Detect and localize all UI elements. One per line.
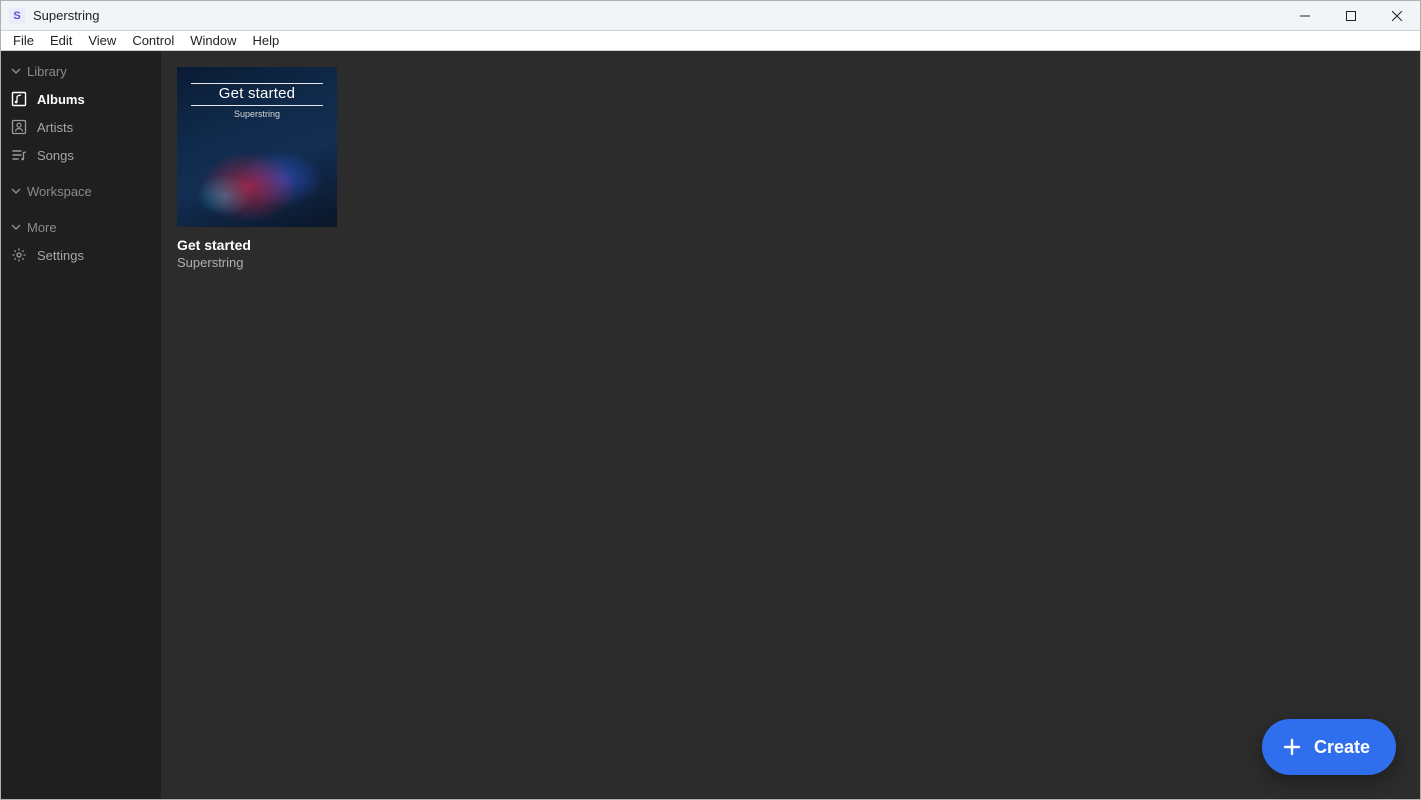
album-card[interactable]: Get started Superstring Get started Supe… [177,67,337,270]
maximize-button[interactable] [1328,1,1374,31]
sidebar-header-label: Library [27,64,67,79]
plus-icon [1282,737,1302,757]
sidebar-section-workspace: Workspace [1,177,161,205]
sidebar-header-workspace[interactable]: Workspace [1,177,161,205]
sidebar-header-library[interactable]: Library [1,57,161,85]
sidebar-item-label: Songs [37,148,74,163]
album-artist: Superstring [177,255,337,270]
sidebar-header-label: Workspace [27,184,92,199]
close-icon [1392,11,1402,21]
album-title: Get started [177,237,337,253]
menubar: File Edit View Control Window Help [1,31,1420,51]
menu-window[interactable]: Window [182,32,244,49]
menu-control[interactable]: Control [124,32,182,49]
sidebar-section-more: More Settings [1,213,161,269]
main-area: Library Albums Artists Songs [1,51,1420,799]
sidebar-spacer [1,205,161,213]
menu-view[interactable]: View [80,32,124,49]
menu-file[interactable]: File [5,32,42,49]
maximize-icon [1346,11,1356,21]
sidebar-header-label: More [27,220,57,235]
sidebar-item-label: Settings [37,248,84,263]
chevron-down-icon [11,186,21,196]
create-button[interactable]: Create [1262,719,1396,775]
close-button[interactable] [1374,1,1420,31]
window-title: Superstring [33,8,99,23]
minimize-button[interactable] [1282,1,1328,31]
thumb-divider [191,83,323,84]
content-area: Get started Superstring Get started Supe… [161,51,1420,799]
sidebar-item-artists[interactable]: Artists [1,113,161,141]
sidebar-item-label: Artists [37,120,73,135]
thumb-subtitle: Superstring [177,109,337,119]
album-icon [11,91,27,107]
menu-help[interactable]: Help [244,32,287,49]
sidebar-item-settings[interactable]: Settings [1,241,161,269]
album-thumbnail[interactable]: Get started Superstring [177,67,337,227]
chevron-down-icon [11,222,21,232]
sidebar-spacer [1,169,161,177]
titlebar: S Superstring [1,1,1420,31]
app-icon: S [9,8,25,24]
gear-icon [11,247,27,263]
sidebar-section-library: Library Albums Artists Songs [1,57,161,169]
artist-icon [11,119,27,135]
sidebar-item-albums[interactable]: Albums [1,85,161,113]
songs-icon [11,147,27,163]
sidebar-header-more[interactable]: More [1,213,161,241]
sidebar-item-label: Albums [37,92,85,107]
chevron-down-icon [11,66,21,76]
thumb-title: Get started [177,85,337,102]
sidebar: Library Albums Artists Songs [1,51,161,799]
sidebar-item-songs[interactable]: Songs [1,141,161,169]
minimize-icon [1300,11,1310,21]
thumb-divider [191,105,323,106]
menu-edit[interactable]: Edit [42,32,80,49]
create-button-label: Create [1314,737,1370,758]
